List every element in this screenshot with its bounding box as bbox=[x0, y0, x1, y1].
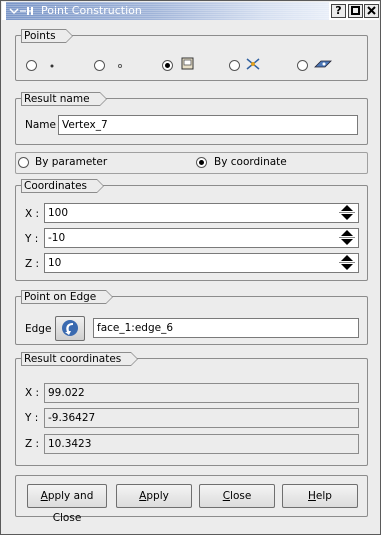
edge-label: Edge bbox=[25, 323, 52, 335]
close-title-button[interactable] bbox=[364, 4, 379, 18]
result-z-value: 10.3423 bbox=[44, 434, 359, 454]
maximize-icon bbox=[351, 6, 360, 15]
result-name-group: Result name Name Vertex_7 bbox=[15, 92, 368, 145]
apply-and-close-mnemonic: A bbox=[40, 490, 48, 502]
dialog-buttons-group: Apply and Close Apply Close Help bbox=[15, 475, 368, 524]
apply-and-close-label: pply and Close bbox=[47, 490, 94, 524]
help-button[interactable]: Help bbox=[282, 484, 358, 508]
x-coord-spinner[interactable] bbox=[339, 204, 355, 222]
result-name-group-label: Result name bbox=[21, 92, 107, 106]
point-on-plane-icon bbox=[314, 60, 332, 68]
spin-down-icon[interactable] bbox=[341, 214, 353, 220]
spin-down-icon[interactable] bbox=[341, 264, 353, 270]
point-intersection-icon bbox=[246, 58, 260, 70]
result-x-value: 99.022 bbox=[44, 383, 359, 403]
points-option-1-radio[interactable] bbox=[26, 60, 37, 71]
by-coordinate-label: By coordinate bbox=[214, 156, 287, 168]
window-menu-icon[interactable] bbox=[8, 4, 38, 18]
select-edge-button[interactable] bbox=[55, 316, 85, 341]
select-arrow-icon bbox=[62, 320, 78, 336]
result-z-label: Z : bbox=[25, 438, 40, 450]
coordinates-group-label: Coordinates bbox=[21, 179, 105, 193]
window-title: Point Construction bbox=[41, 4, 142, 17]
maximize-button[interactable] bbox=[348, 4, 363, 18]
z-coord-input[interactable]: 10 bbox=[44, 253, 359, 273]
help-label: elp bbox=[315, 490, 332, 502]
y-coord-spinner[interactable] bbox=[339, 229, 355, 247]
result-y-label: Y : bbox=[25, 412, 39, 424]
name-input[interactable]: Vertex_7 bbox=[58, 115, 358, 135]
apply-label: pply bbox=[146, 490, 169, 502]
result-coordinates-group-label: Result coordinates bbox=[21, 352, 139, 366]
points-group-label: Points bbox=[21, 29, 73, 43]
close-mnemonic: C bbox=[222, 490, 231, 502]
z-coord-spinner[interactable] bbox=[339, 254, 355, 272]
close-button[interactable]: Close bbox=[199, 484, 275, 508]
points-option-3-radio[interactable] bbox=[162, 60, 173, 71]
by-parameter-radio[interactable] bbox=[18, 157, 29, 168]
apply-button[interactable]: Apply bbox=[116, 484, 192, 508]
y-coord-label: Y : bbox=[25, 233, 39, 245]
point-by-small-dot-icon bbox=[118, 64, 122, 68]
point-on-face-icon bbox=[181, 57, 194, 70]
title-bar[interactable]: Point Construction ? bbox=[2, 2, 379, 20]
by-coordinate-radio[interactable] bbox=[196, 157, 207, 168]
point-construction-dialog: Point Construction ? Points Result name … bbox=[0, 0, 381, 535]
point-on-edge-group-label: Point on Edge bbox=[21, 290, 114, 304]
by-parameter-label: By parameter bbox=[35, 156, 108, 168]
result-x-label: X : bbox=[25, 387, 40, 399]
z-coord-label: Z : bbox=[25, 258, 40, 270]
spin-down-icon[interactable] bbox=[341, 239, 353, 245]
spin-up-icon[interactable] bbox=[341, 230, 353, 236]
points-option-4-radio[interactable] bbox=[229, 60, 240, 71]
apply-and-close-button[interactable]: Apply and Close bbox=[27, 484, 107, 524]
edge-input[interactable]: face_1:edge_6 bbox=[93, 318, 359, 338]
y-coord-input[interactable]: -10 bbox=[44, 228, 359, 248]
result-coordinates-group: Result coordinates X : 99.022 Y : -9.364… bbox=[15, 352, 368, 466]
x-coord-input[interactable]: 100 bbox=[44, 203, 359, 223]
close-icon bbox=[367, 6, 376, 15]
point-on-edge-group: Point on Edge Edge face_1:edge_6 bbox=[15, 290, 368, 345]
coordinates-group: Coordinates X : 100 Y : -10 Z : 10 bbox=[15, 179, 368, 281]
points-option-5-radio[interactable] bbox=[297, 60, 308, 71]
spin-up-icon[interactable] bbox=[341, 205, 353, 211]
point-by-dot-icon bbox=[50, 64, 54, 68]
x-coord-label: X : bbox=[25, 208, 40, 220]
spin-up-icon[interactable] bbox=[341, 255, 353, 261]
name-label: Name bbox=[25, 119, 56, 131]
help-mnemonic: H bbox=[308, 490, 316, 502]
result-y-value: -9.36427 bbox=[44, 408, 359, 428]
points-option-2-radio[interactable] bbox=[94, 60, 105, 71]
points-group: Points bbox=[15, 29, 368, 81]
close-label: lose bbox=[230, 490, 252, 502]
help-title-button[interactable]: ? bbox=[331, 4, 346, 18]
construction-mode-group: By parameter By coordinate bbox=[15, 152, 368, 174]
